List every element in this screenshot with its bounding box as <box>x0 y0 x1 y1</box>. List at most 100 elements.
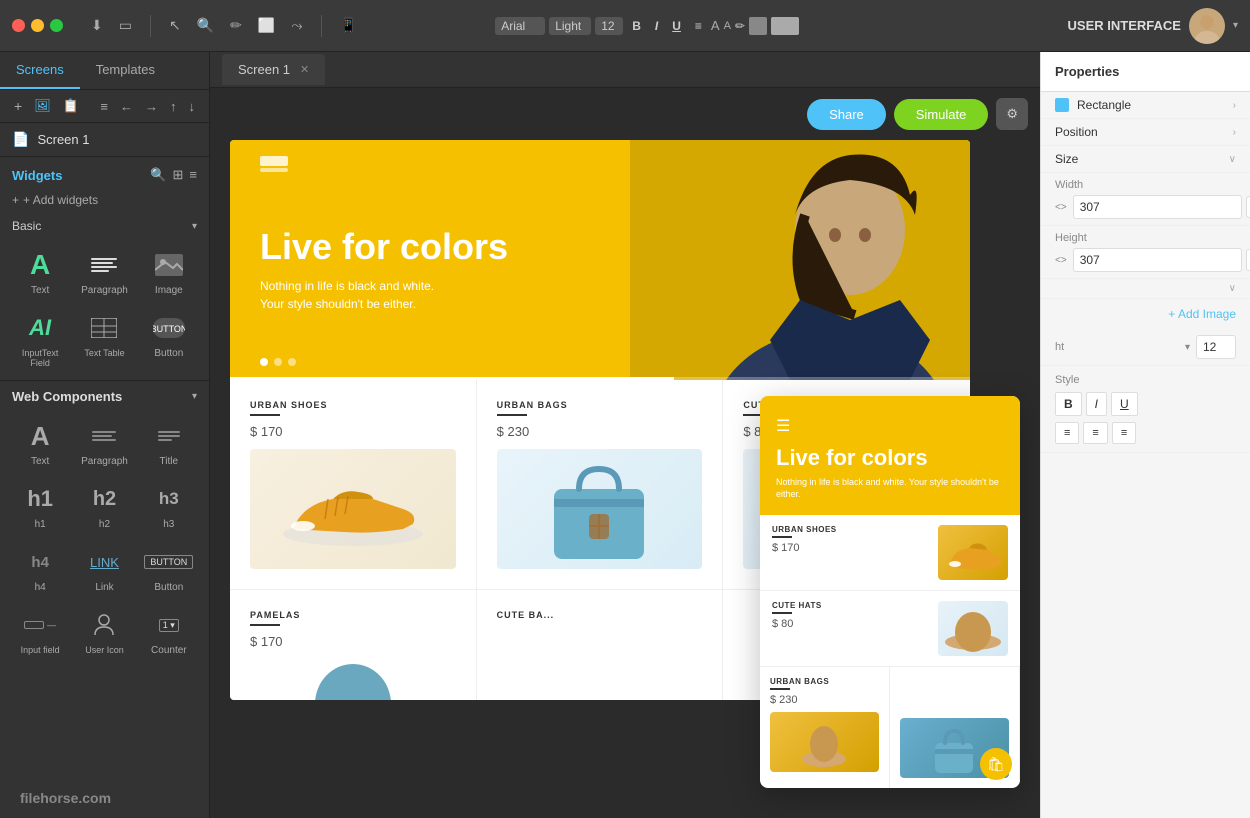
add-image-button[interactable]: + Add Image <box>1041 299 1250 329</box>
widget-inputtext[interactable]: AI InputTextField <box>10 304 70 372</box>
add-widgets-button[interactable]: + + Add widgets <box>0 189 209 211</box>
font-weight-input[interactable] <box>549 17 591 35</box>
share-button[interactable]: Share <box>807 99 886 130</box>
screen1-tab[interactable]: Screen 1 ✕ <box>222 54 325 85</box>
wc-button[interactable]: BUTTON Button <box>139 538 199 597</box>
fill-swatch[interactable] <box>749 17 767 35</box>
zoom-icon[interactable]: 🔍 <box>193 15 218 36</box>
rectangle-item[interactable]: Rectangle › <box>1041 92 1250 119</box>
grid-icon[interactable]: ⊞ <box>173 167 184 183</box>
align-button[interactable]: ≡ <box>690 17 707 35</box>
tab-templates[interactable]: Templates <box>80 52 171 89</box>
screen-item[interactable]: 📄 Screen 1 <box>0 123 209 156</box>
underline-button[interactable]: U <box>667 17 686 35</box>
wc-widget-title[interactable]: Title <box>139 412 199 471</box>
list-view-icon[interactable]: ≡ <box>189 167 197 183</box>
wc-user-icon[interactable]: User Icon <box>74 601 134 660</box>
prop-spacer: ∨ <box>1041 279 1250 299</box>
height-input[interactable] <box>1073 248 1242 272</box>
bold-style-btn[interactable]: B <box>1055 392 1082 416</box>
up-icon[interactable]: ↑ <box>166 97 181 116</box>
align-left-btn[interactable]: ≡ <box>1055 422 1079 444</box>
add-screen-icon[interactable]: + <box>10 96 26 116</box>
dot-2[interactable] <box>274 358 282 366</box>
search-icon[interactable]: 🔍 <box>150 167 166 183</box>
chevron-down-icon[interactable]: ▾ <box>1233 20 1238 31</box>
width-unit[interactable]: px ▾ <box>1246 196 1250 218</box>
back-icon[interactable]: ← <box>116 97 137 116</box>
italic-button[interactable]: I <box>650 17 663 35</box>
tab-close-icon[interactable]: ✕ <box>300 63 309 76</box>
cursor-icon[interactable]: ↖ <box>165 15 185 36</box>
window-icon[interactable]: ▭ <box>115 15 136 36</box>
mobile-products: URBAN SHOES $ 170 <box>760 515 1020 788</box>
wc-chevron[interactable]: ▾ <box>192 391 197 402</box>
bold-button[interactable]: B <box>627 17 646 35</box>
dot-1[interactable] <box>260 358 268 366</box>
screenshot-icon[interactable]: 🖼 <box>30 96 55 116</box>
hero-section: NEW OVERVIEW GALLERY CONTACT Live for co… <box>230 140 970 380</box>
underline-style-btn[interactable]: U <box>1111 392 1138 416</box>
pen-icon[interactable]: ✏ <box>226 15 246 36</box>
wc-button-icon: BUTTON <box>144 546 193 578</box>
mobile-hero-sub: Nothing in life is black and white. Your… <box>776 476 1004 501</box>
dot-3[interactable] <box>288 358 296 366</box>
basic-chevron[interactable]: ▾ <box>192 221 197 232</box>
copy-icon[interactable]: 📋 <box>59 96 83 116</box>
widget-text[interactable]: A Text <box>10 241 70 300</box>
wc-counter[interactable]: 1 ▾ Counter <box>139 601 199 660</box>
wc-input-label: Input field <box>21 645 60 655</box>
user-avatar[interactable] <box>1189 8 1225 44</box>
align-right-btn[interactable]: ≡ <box>1112 422 1136 444</box>
position-chevron: › <box>1233 127 1236 138</box>
pamelas-category: PAMELAS <box>250 610 456 620</box>
widget-image[interactable]: Image <box>139 241 199 300</box>
italic-style-btn[interactable]: I <box>1086 392 1107 416</box>
widget-texttable[interactable]: Text Table <box>74 304 134 372</box>
font-size-input[interactable] <box>595 17 623 35</box>
align-center-btn[interactable]: ≡ <box>1083 422 1107 444</box>
widget-button[interactable]: BUTTON Button <box>139 304 199 372</box>
style-label: Style <box>1055 374 1236 386</box>
cart-icon[interactable]: 🛍 <box>980 748 1012 780</box>
flow-icon[interactable]: ⤳ <box>287 15 306 36</box>
download-icon[interactable]: ⬇ <box>87 15 107 36</box>
wc-widget-text[interactable]: A Text <box>10 412 70 471</box>
wc-h3[interactable]: h3 h3 <box>139 475 199 534</box>
down-icon[interactable]: ↓ <box>185 97 200 116</box>
shapes-icon[interactable]: ⬜ <box>254 15 279 36</box>
collapse-icon[interactable]: ∨ <box>1229 283 1236 294</box>
widget-paragraph[interactable]: Paragraph <box>74 241 134 300</box>
wc-h4[interactable]: h4 h4 <box>10 538 70 597</box>
canvas-area: NEW OVERVIEW GALLERY CONTACT Live for co… <box>210 140 1040 818</box>
wc-h2[interactable]: h2 h2 <box>74 475 134 534</box>
text-size-icon: A <box>711 18 720 33</box>
phone-icon[interactable]: 📱 <box>336 15 361 36</box>
forward-icon[interactable]: → <box>141 97 162 116</box>
fill-rect[interactable] <box>771 17 799 35</box>
pen-color-icon[interactable]: ✏ <box>735 19 745 33</box>
wc-link[interactable]: LINK Link <box>74 538 134 597</box>
window-controls[interactable] <box>12 19 63 32</box>
wc-text-icon: A <box>31 420 50 452</box>
wc-input-field[interactable]: — Input field <box>10 601 70 660</box>
maximize-button[interactable] <box>50 19 63 32</box>
wc-widget-para[interactable]: Paragraph <box>74 412 134 471</box>
font-size-value[interactable] <box>1196 335 1236 359</box>
size-label: Size <box>1055 152 1221 166</box>
size-item[interactable]: Size ∨ <box>1041 146 1250 173</box>
tab-screens[interactable]: Screens <box>0 52 80 89</box>
wc-user-label: User Icon <box>85 645 124 655</box>
simulate-button[interactable]: Simulate <box>894 99 989 130</box>
close-button[interactable] <box>12 19 25 32</box>
wc-h1[interactable]: h1 h1 <box>10 475 70 534</box>
settings-button[interactable]: ⚙ <box>996 98 1028 130</box>
wc-h3-label: h3 <box>163 519 174 530</box>
list-icon[interactable]: ≡ <box>96 97 112 116</box>
width-input[interactable] <box>1073 195 1242 219</box>
minimize-button[interactable] <box>31 19 44 32</box>
font-family-input[interactable] <box>495 17 545 35</box>
height-unit[interactable]: px ▾ <box>1246 249 1250 271</box>
position-item[interactable]: Position › <box>1041 119 1250 146</box>
wc-link-label: Link <box>95 582 113 593</box>
